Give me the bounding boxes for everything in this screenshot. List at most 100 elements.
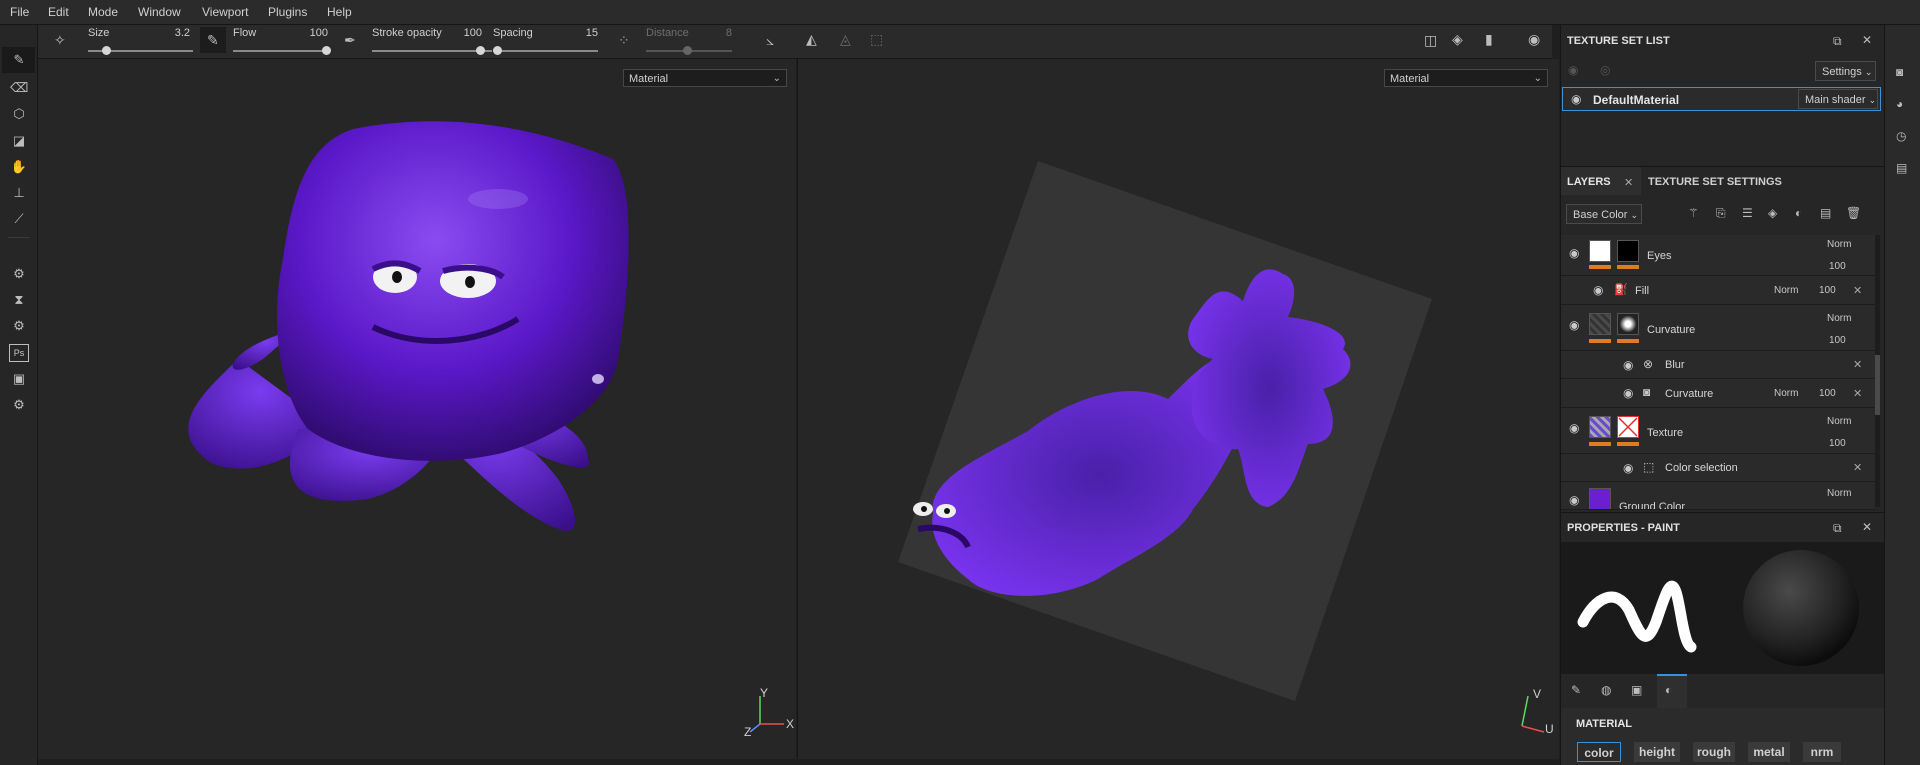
export-icon[interactable]: ▣ (10, 370, 28, 388)
alignment-button[interactable]: ✎ (200, 27, 226, 53)
size-value[interactable]: 3.2 (158, 27, 190, 39)
texture-set-row[interactable]: ◉ DefaultMaterial Main shader ⌄ (1562, 87, 1881, 111)
layers-scrollbar-thumb[interactable] (1875, 355, 1880, 415)
tool-brush-active[interactable]: ✎ (2, 47, 35, 73)
close-icon[interactable]: ✕ (1862, 33, 1872, 47)
cube-view-icon[interactable]: ◈ (1452, 31, 1463, 48)
effect-row[interactable]: ◉ ⬚ Color selection ✕ (1561, 454, 1875, 482)
camera-icon[interactable]: ◙ (1896, 65, 1903, 79)
material-tab[interactable]: ◐ (1657, 674, 1687, 708)
environment-icon[interactable]: ◕ (1896, 97, 1903, 111)
layer-opacity[interactable]: 100 (1829, 335, 1846, 346)
maximize-icon[interactable]: ⧉ (1833, 34, 1842, 49)
channel-color-button[interactable]: color (1577, 742, 1621, 762)
close-icon[interactable]: ✕ (1624, 176, 1633, 189)
shader-dropdown[interactable]: Main shader ⌄ (1798, 89, 1878, 109)
photoshop-icon[interactable]: Ps (9, 344, 29, 362)
flow-value[interactable]: 100 (288, 27, 328, 39)
stroke-opacity-slider-handle[interactable] (476, 46, 485, 55)
eye-icon[interactable]: ◉ (1568, 63, 1578, 77)
projection-icon[interactable]: ⬡ (10, 105, 28, 123)
eye-icon[interactable]: ◉ (1569, 318, 1579, 332)
blend-mode[interactable]: Norm (1774, 285, 1798, 296)
eye-icon[interactable]: ◉ (1593, 283, 1603, 297)
flow-slider-handle[interactable] (322, 46, 331, 55)
blend-mode[interactable]: Norm (1827, 239, 1851, 250)
flow-slider[interactable] (233, 50, 328, 52)
close-icon[interactable]: ✕ (1853, 461, 1862, 474)
menu-window[interactable]: Window (138, 5, 181, 19)
blend-mode[interactable]: Norm (1827, 313, 1851, 324)
polygon-fill-icon[interactable]: ◪ (10, 132, 28, 150)
magic-wand-icon[interactable]: ⚚ (1688, 206, 1699, 220)
settings-dropdown[interactable]: Settings ⌄ (1815, 61, 1876, 81)
layer-opacity[interactable]: 100 (1829, 261, 1846, 272)
size-slider-handle[interactable] (102, 46, 111, 55)
angle-icon[interactable]: ⦣ (766, 32, 774, 49)
eraser-icon[interactable]: ⌫ (10, 79, 28, 97)
blend-mode[interactable]: Norm (1827, 416, 1851, 427)
add-layer-icon[interactable]: ☰ (1742, 206, 1753, 220)
stencil-tab-icon[interactable]: ▣ (1631, 683, 1642, 697)
menu-viewport[interactable]: Viewport (202, 5, 248, 19)
bake-icon[interactable]: ⚙ (10, 265, 28, 283)
layer-opacity[interactable]: 100 (1829, 438, 1846, 449)
eye-icon[interactable]: ◉ (1623, 386, 1633, 400)
channel-metal-button[interactable]: metal (1748, 742, 1790, 762)
menu-edit[interactable]: Edit (48, 5, 69, 19)
stroke-opacity-slider[interactable] (372, 50, 492, 52)
add-effect-icon[interactable]: ⎘ (1716, 206, 1726, 221)
hourglass-icon[interactable]: ⧗ (10, 291, 28, 309)
menu-help[interactable]: Help (327, 5, 352, 19)
blend-mode[interactable]: Norm (1774, 388, 1798, 399)
eye-icon[interactable]: ◉ (1623, 358, 1633, 372)
menu-file[interactable]: File (10, 5, 29, 19)
stroke-opacity-value[interactable]: 100 (448, 27, 482, 39)
effect-row[interactable]: ◉ ◙ Curvature Norm 100 ✕ (1561, 379, 1875, 408)
color-picker-icon[interactable]: ⟋ (10, 210, 28, 228)
add-folder-icon[interactable]: ▤ (1820, 206, 1831, 220)
spacing-value[interactable]: 15 (568, 27, 598, 39)
spacing-slider[interactable] (493, 50, 598, 52)
log-icon[interactable]: ▤ (1896, 161, 1907, 175)
effect-opacity[interactable]: 100 (1819, 285, 1836, 296)
channel-dropdown[interactable]: Base Color ⌄ (1566, 204, 1642, 224)
split-view-icon[interactable]: ◫ (1424, 32, 1437, 49)
trash-icon[interactable]: 🗑 (1846, 206, 1861, 220)
close-icon[interactable]: ✕ (1862, 520, 1872, 534)
add-fill-layer-icon[interactable]: ◈ (1768, 206, 1777, 220)
add-mask-icon[interactable]: ◐ (1795, 206, 1802, 220)
brush-tab-icon[interactable]: ✎ (1571, 683, 1581, 697)
symmetry-settings-icon[interactable]: ◬ (840, 31, 851, 48)
clone-icon[interactable]: ⊥ (10, 184, 28, 202)
pen-pressure-icon[interactable]: ✒ (344, 32, 356, 49)
channel-height-button[interactable]: height (1634, 742, 1680, 762)
screenshot-camera-icon[interactable]: ◉ (1528, 31, 1540, 48)
tab-layers[interactable]: LAYERS ✕ (1561, 167, 1641, 195)
eye-icon[interactable]: ◉ (1623, 461, 1633, 475)
eye-icon[interactable]: ◉ (1569, 246, 1579, 260)
menu-mode[interactable]: Mode (88, 5, 118, 19)
close-icon[interactable]: ✕ (1853, 284, 1862, 297)
eye-icon[interactable]: ◉ (1569, 493, 1579, 507)
layer-row[interactable]: ◉ Curvature Norm 100 (1561, 305, 1875, 351)
lazy-mouse-icon[interactable]: ⁘ (618, 32, 630, 49)
layer-row[interactable]: ◉ Eyes Norm 100 (1561, 235, 1875, 276)
channel-rough-button[interactable]: rough (1693, 742, 1735, 762)
plugin-gear-icon[interactable]: ⚙ (10, 396, 28, 414)
eye-icon[interactable]: ◉ (1569, 421, 1579, 435)
video-camera-icon[interactable]: ▮ (1485, 31, 1493, 48)
layer-row[interactable]: ◉ Ground Color Norm (1561, 482, 1875, 510)
history-icon[interactable]: ◷ (1896, 129, 1906, 143)
eye-icon[interactable]: ◉ (1571, 92, 1581, 106)
effect-row[interactable]: ◉ ⛽ Fill Norm 100 ✕ (1561, 276, 1875, 305)
effect-opacity[interactable]: 100 (1819, 388, 1836, 399)
menu-plugins[interactable]: Plugins (268, 5, 307, 19)
alpha-tab-icon[interactable]: ◍ (1601, 683, 1611, 697)
settings-icon[interactable]: ⚙ (10, 317, 28, 335)
close-icon[interactable]: ✕ (1853, 387, 1862, 400)
brush-preset-icon[interactable]: ✧ (54, 32, 66, 49)
close-icon[interactable]: ✕ (1853, 358, 1862, 371)
layer-row[interactable]: ◉ Texture Norm 100 (1561, 408, 1875, 454)
smudge-icon[interactable]: ✋ (10, 158, 28, 176)
